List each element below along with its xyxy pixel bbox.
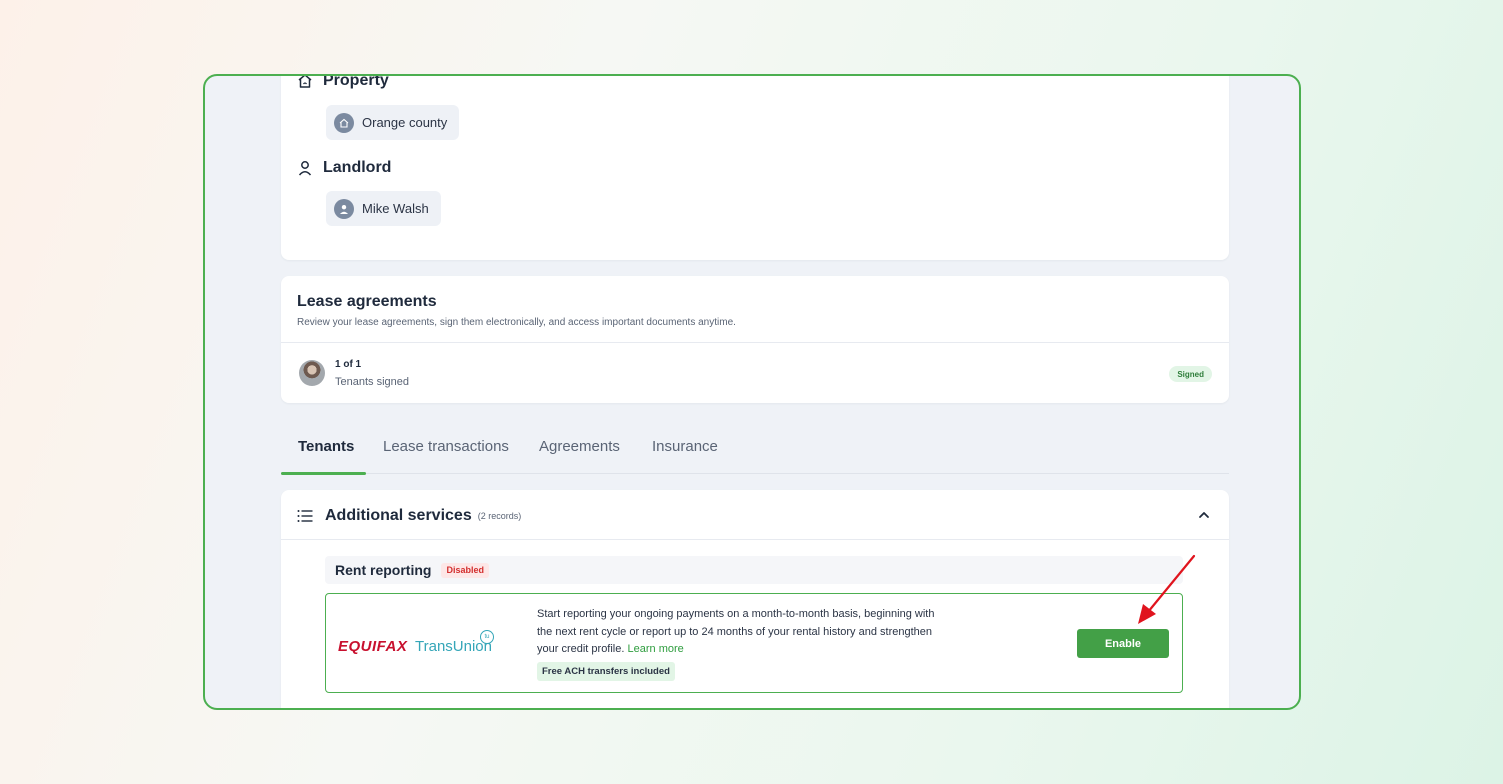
offer-description-text: Start reporting your ongoing payments on… xyxy=(537,608,935,655)
services-count: (2 records) xyxy=(477,511,522,521)
tab-lease-transactions[interactable]: Lease transactions xyxy=(383,438,509,455)
property-chip-label: Orange county xyxy=(362,115,448,130)
divider xyxy=(281,342,1229,343)
services-title: Additional services xyxy=(325,507,472,524)
landlord-chip[interactable]: Mike Walsh xyxy=(326,191,441,226)
services-header[interactable]: Additional services (2 records) xyxy=(297,507,521,525)
app-frame: Property Orange county Landlord Mike Wal… xyxy=(203,74,1301,710)
rent-reporting-offer: EQUIFAX TransUnion tu Start reporting yo… xyxy=(325,593,1183,693)
user-avatar-icon xyxy=(334,198,354,219)
rent-reporting-title: Rent reporting xyxy=(335,562,432,578)
learn-more-link[interactable]: Learn more xyxy=(628,643,684,655)
ach-tag: Free ACH transfers included xyxy=(537,662,675,681)
offer-description: Start reporting your ongoing payments on… xyxy=(537,606,947,659)
tab-agreements[interactable]: Agreements xyxy=(539,438,620,455)
property-chip[interactable]: Orange county xyxy=(326,105,460,140)
additional-services-card: Additional services (2 records) Rent rep… xyxy=(281,490,1229,708)
signed-count: 1 of 1 xyxy=(335,359,362,370)
signed-label: Tenants signed xyxy=(335,376,409,388)
tab-bar: Tenants Lease transactions Agreements In… xyxy=(281,428,1229,475)
lease-title: Lease agreements xyxy=(297,293,437,310)
home-icon xyxy=(298,76,312,88)
tab-insurance[interactable]: Insurance xyxy=(652,438,718,455)
enable-button[interactable]: Enable xyxy=(1077,629,1169,658)
landlord-section: Landlord xyxy=(297,159,391,177)
list-icon xyxy=(297,510,313,522)
landlord-chip-label: Mike Walsh xyxy=(362,201,429,216)
equifax-logo: EQUIFAX xyxy=(338,638,408,655)
lease-subtitle: Review your lease agreements, sign them … xyxy=(297,317,736,328)
chevron-up-icon[interactable] xyxy=(1197,508,1211,522)
tenant-avatar xyxy=(299,360,325,386)
property-title: Property xyxy=(323,74,389,89)
status-badge-disabled: Disabled xyxy=(441,562,489,578)
property-section: Property xyxy=(297,74,389,90)
person-icon xyxy=(298,161,312,176)
lease-agreements-card: Lease agreements Review your lease agree… xyxy=(281,276,1229,403)
status-badge-signed: Signed xyxy=(1169,366,1212,382)
divider xyxy=(281,539,1229,540)
details-card: Property Orange county Landlord Mike Wal… xyxy=(281,74,1229,260)
landlord-title: Landlord xyxy=(323,159,392,176)
home-icon xyxy=(334,112,354,133)
active-tab-indicator xyxy=(281,472,366,475)
tab-tenants[interactable]: Tenants xyxy=(298,438,354,455)
transunion-mark-icon: tu xyxy=(480,630,494,644)
rent-reporting-header: Rent reporting Disabled xyxy=(325,556,1183,584)
